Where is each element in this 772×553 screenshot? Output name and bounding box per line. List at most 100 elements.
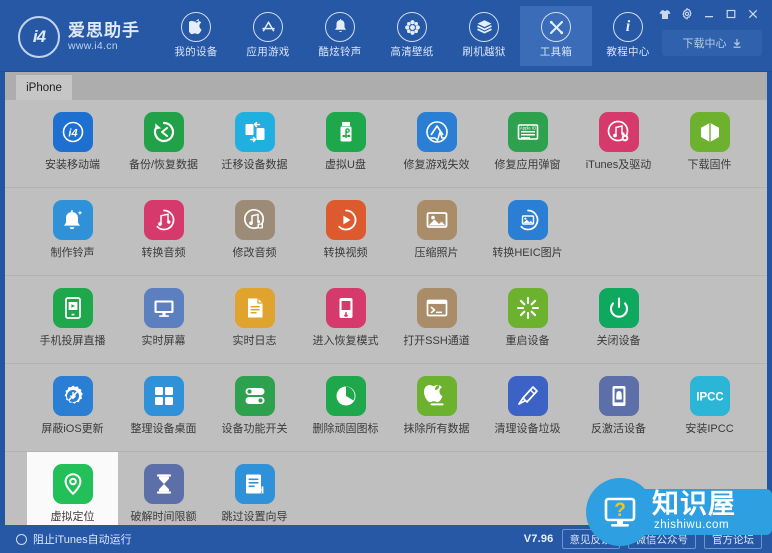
ringtone-bell-icon xyxy=(52,200,93,240)
tool-deactivate-device[interactable]: 反激活设备 xyxy=(573,364,664,451)
tool-compress-photo[interactable]: 压缩照片 xyxy=(391,188,482,275)
tool-fix-game-failure[interactable]: 修复游戏失效 xyxy=(391,100,482,187)
nav-label: 酷炫铃声 xyxy=(318,46,362,58)
recovery-phone-icon xyxy=(325,288,366,328)
settings-gear-icon[interactable] xyxy=(676,5,698,23)
nav-label: 应用游戏 xyxy=(246,46,290,58)
erase-apple-icon xyxy=(416,376,457,416)
monitor-icon xyxy=(143,288,184,328)
tool-fix-app-popup[interactable]: Apple ID 修复应用弹窗 xyxy=(482,100,573,187)
row-left-pad xyxy=(5,276,27,363)
flower-icon xyxy=(397,12,427,42)
tool-label: 修复应用弹窗 xyxy=(494,159,561,171)
tool-clean-device-junk[interactable]: 清理设备垃圾 xyxy=(482,364,573,451)
top-bar: i4 爱思助手 www.i4.cn 我的设备 应用游戏 酷炫铃声 高清壁纸 刷机… xyxy=(0,0,772,72)
tool-convert-heic[interactable]: 转换HEIC图片 xyxy=(482,188,573,275)
tool-backup-restore[interactable]: 备份/恢复数据 xyxy=(118,100,209,187)
tool-virtual-usb[interactable]: 虚拟U盘 xyxy=(300,100,391,187)
app-logo[interactable]: i4 爱思助手 www.i4.cn xyxy=(18,14,158,60)
nav-item-wallpapers[interactable]: 高清壁纸 xyxy=(376,6,448,66)
row-left-pad xyxy=(5,452,27,525)
heic-convert-icon xyxy=(507,200,548,240)
nav-item-flash-jailbreak[interactable]: 刷机越狱 xyxy=(448,6,520,66)
nav-item-toolbox[interactable]: 工具箱 xyxy=(520,6,592,66)
tool-label: 跳过设置向导 xyxy=(221,511,288,523)
row-left-pad xyxy=(5,100,27,187)
restore-icon xyxy=(143,112,184,152)
tool-label: 整理设备桌面 xyxy=(130,423,197,435)
toolbox-icon xyxy=(541,12,571,42)
tool-skip-setup-wizard[interactable]: 跳过设置向导 xyxy=(209,452,300,525)
toolbox-row: i4 安装移动端 备份/恢复数据 迁移设备数据 虚拟U盘 修复游戏失效 Appl… xyxy=(5,100,767,188)
tool-empty-slot xyxy=(300,452,391,525)
tool-label: 重启设备 xyxy=(505,335,550,347)
tool-convert-video[interactable]: 转换视频 xyxy=(300,188,391,275)
tool-shutdown-device[interactable]: 关闭设备 xyxy=(573,276,664,363)
tool-install-ipcc[interactable]: IPCC 安装IPCC xyxy=(664,364,755,451)
tool-realtime-log[interactable]: 实时日志 xyxy=(209,276,300,363)
tool-delete-stubborn-icons[interactable]: 删除顽固图标 xyxy=(300,364,391,451)
maximize-icon[interactable] xyxy=(720,5,742,23)
tool-label: 屏蔽iOS更新 xyxy=(41,423,104,435)
tool-empty-slot xyxy=(573,188,664,275)
tool-organize-desktop[interactable]: 整理设备桌面 xyxy=(118,364,209,451)
row-left-pad xyxy=(5,364,27,451)
ipcc-icon: IPCC xyxy=(689,376,730,416)
log-doc-icon xyxy=(234,288,275,328)
tool-download-firmware[interactable]: 下载固件 xyxy=(664,100,755,187)
block-update-icon xyxy=(52,376,93,416)
tool-screen-cast-live[interactable]: 手机投屏直播 xyxy=(27,276,118,363)
bell-icon xyxy=(325,12,355,42)
tool-make-ringtone[interactable]: 制作铃声 xyxy=(27,188,118,275)
nav-item-ringtones[interactable]: 酷炫铃声 xyxy=(304,6,376,66)
tool-label: 转换音频 xyxy=(141,247,186,259)
device-tab-strip: iPhone xyxy=(5,72,767,100)
tool-label: 安装移动端 xyxy=(45,159,100,171)
tool-erase-all-data[interactable]: 抹除所有数据 xyxy=(391,364,482,451)
wechat-official-button[interactable]: 微信公众号 xyxy=(627,529,696,549)
tool-label: 备份/恢复数据 xyxy=(128,159,199,171)
tool-empty-slot xyxy=(573,452,664,525)
tool-enter-recovery-mode[interactable]: 进入恢复模式 xyxy=(300,276,391,363)
tool-install-mobile-client[interactable]: i4 安装移动端 xyxy=(27,100,118,187)
tool-realtime-screen[interactable]: 实时屏幕 xyxy=(118,276,209,363)
tool-empty-slot xyxy=(664,276,755,363)
apple-icon xyxy=(181,12,211,42)
tool-open-ssh-channel[interactable]: 打开SSH通道 xyxy=(391,276,482,363)
version-label: V7.96 xyxy=(523,533,554,545)
minimize-icon[interactable] xyxy=(698,5,720,23)
clean-brush-icon xyxy=(507,376,548,416)
screen-cast-icon xyxy=(52,288,93,328)
svg-text:IPCC: IPCC xyxy=(696,392,723,404)
grid-desktop-icon xyxy=(143,376,184,416)
tool-restart-device[interactable]: 重启设备 xyxy=(482,276,573,363)
tab-iphone[interactable]: iPhone xyxy=(16,75,72,100)
toolbox-row: 屏蔽iOS更新 整理设备桌面 设备功能开关 删除顽固图标 抹除所有数据 清理设备… xyxy=(5,364,767,452)
feedback-button[interactable]: 意见反馈 xyxy=(561,529,620,549)
tool-label: 转换视频 xyxy=(323,247,368,259)
tool-migrate-device-data[interactable]: 迁移设备数据 xyxy=(209,100,300,187)
tool-label: 修复游戏失效 xyxy=(403,159,470,171)
status-bar: 阻止iTunes自动运行 V7.96 意见反馈 微信公众号 官方论坛 xyxy=(0,525,772,553)
appleid-icon: Apple ID xyxy=(507,112,548,152)
tool-edit-audio[interactable]: 修改音频 xyxy=(209,188,300,275)
tool-itunes-drivers[interactable]: iTunes及驱动 xyxy=(573,100,664,187)
block-itunes-autorun-label: 阻止iTunes自动运行 xyxy=(33,534,132,546)
download-center-button[interactable]: 下载中心 xyxy=(662,30,762,56)
tool-crack-time-limit[interactable]: 破解时间限额 xyxy=(118,452,209,525)
close-icon[interactable] xyxy=(742,5,764,23)
tool-empty-slot xyxy=(664,188,755,275)
tool-convert-audio[interactable]: 转换音频 xyxy=(118,188,209,275)
block-itunes-autorun-toggle[interactable]: 阻止iTunes自动运行 xyxy=(16,531,132,547)
official-forum-button[interactable]: 官方论坛 xyxy=(704,529,762,549)
nav-item-apps-games[interactable]: 应用游戏 xyxy=(232,6,304,66)
tool-virtual-location[interactable]: 虚拟定位 xyxy=(27,452,118,525)
nav-item-my-device[interactable]: 我的设备 xyxy=(160,6,232,66)
tool-label: 修改音频 xyxy=(232,247,277,259)
tool-block-ios-update[interactable]: 屏蔽iOS更新 xyxy=(27,364,118,451)
logo-name: 爱思助手 xyxy=(68,21,140,40)
tool-device-feature-switch[interactable]: 设备功能开关 xyxy=(209,364,300,451)
nav-item-tutorials[interactable]: i 教程中心 xyxy=(592,6,664,66)
tool-label: 抹除所有数据 xyxy=(403,423,470,435)
tool-label: 安装IPCC xyxy=(685,423,734,435)
